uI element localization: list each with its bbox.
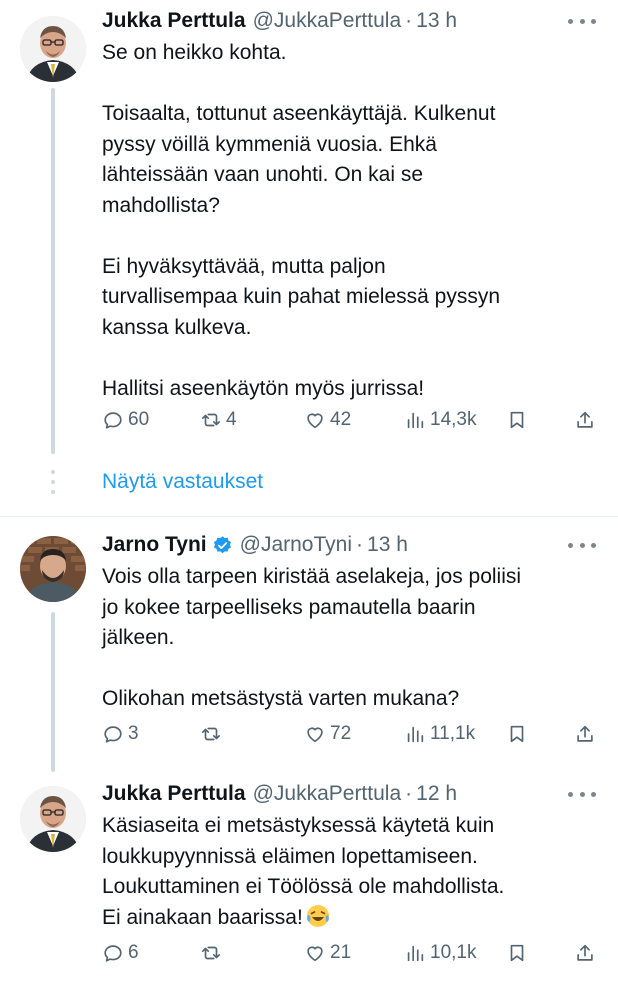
verified-badge-icon [212,535,233,556]
tweet-line: mahdollista? [102,193,220,217]
timestamp[interactable]: 12 h [416,782,457,806]
tweet-actions: 60 4 42 14,3k [102,405,598,435]
views-icon [407,726,424,743]
author-name[interactable]: Jarno Tyni [102,533,207,557]
author-handle[interactable]: @JukkaPerttula [253,782,402,806]
reply-count: 3 [128,723,139,744]
tweet-line: Toisaalta, tottunut aseenkäyttäjä. Kulke… [102,102,496,125]
more-options-icon[interactable] [568,11,596,31]
thread-ellipsis-icon [51,470,55,494]
reply-count: 6 [128,942,139,963]
views-count: 11,1k [430,723,476,744]
tweet-line: turvallisempaa kuin pahat mielessä pyssy… [102,285,501,308]
separator-dot: · [405,782,413,805]
tweet-text: Se on heikko kohta. Toisaalta, tottunut … [102,38,604,404]
views-count: 10,1k [430,942,477,963]
repost-count: 4 [226,409,237,430]
bookmark-button[interactable] [506,719,528,749]
tweet-line: kanssa kulkeva. [102,315,252,339]
separator-dot: · [356,533,364,556]
tweet-line: Se on heikko kohta. [102,41,287,64]
views-button[interactable]: 10,1k [404,938,476,968]
tweet-line: Käsiaseita ei metsästyksessä käytetä kui… [102,814,495,837]
views-icon [407,412,424,429]
avatar[interactable] [20,16,86,82]
tweet-header: Jukka Perttula @JukkaPerttula · 13 h [102,6,457,36]
share-button[interactable] [574,405,596,435]
reply-icon [104,726,122,743]
views-button[interactable]: 11,1k [404,719,475,749]
tweet-line: Loukuttaminen ei Töölössä ole mahdollist… [102,875,505,898]
reply-button[interactable]: 60 [102,405,149,435]
reply-icon [104,412,122,429]
avatar[interactable] [20,536,86,602]
tweet-line: lähteissään vaan unohti. On kai se [102,163,424,186]
views-icon [407,945,424,962]
tweet-line: Ei ainakaan baarissa! [102,903,604,934]
reply-icon [104,945,122,962]
bookmark-button[interactable] [506,405,528,435]
like-count: 72 [330,723,352,744]
laughing-tears-emoji-icon [305,903,331,929]
tweet-line-text: Ei ainakaan baarissa! [102,905,303,929]
like-button[interactable]: 21 [304,938,351,968]
tweet-line: loukkupyynnissä eläimen lopettamiseen. [102,844,478,868]
views-button[interactable]: 14,3k [404,405,476,435]
tweet-line: Vois olla tarpeen kiristää aselakeja, jo… [102,565,522,588]
like-button[interactable]: 72 [304,719,351,749]
thread-line-bottom [51,612,55,772]
author-handle[interactable]: @JukkaPerttula [253,9,402,33]
tweet-actions: 6 21 10,1k [102,938,598,968]
tweet-text: Vois olla tarpeen kiristää aselakeja, jo… [102,562,604,715]
repost-button[interactable]: 4 [200,405,237,435]
bookmark-button[interactable] [506,938,528,968]
share-icon [577,944,593,961]
tweet-line: Ei hyväksyttävää, mutta paljon [102,254,386,278]
repost-icon [201,727,221,741]
like-button[interactable]: 42 [304,405,351,435]
tweet-line: jälkeen. [102,626,175,649]
tweet-actions: 3 72 11,1k [102,719,598,749]
divider [0,516,618,517]
share-icon [577,725,593,742]
like-count: 21 [330,942,352,963]
share-icon [577,411,593,428]
like-count: 42 [330,409,352,430]
share-button[interactable] [574,719,596,749]
reply-button[interactable]: 3 [102,719,139,749]
reply-count: 60 [128,409,150,430]
tweet-text: Käsiaseita ei metsästyksessä käytetä kui… [102,811,604,933]
reply-button[interactable]: 6 [102,938,139,968]
heart-icon [307,727,323,743]
bookmark-icon [510,944,524,962]
avatar[interactable] [20,786,86,852]
separator-dot: · [405,9,413,32]
author-name[interactable]: Jukka Perttula [102,782,246,806]
tweet-line: Hallitsi aseenkäytön myös jurrissa! [102,376,425,400]
author-handle[interactable]: @JarnoTyni [240,533,352,557]
more-options-icon[interactable] [568,535,596,555]
share-button[interactable] [574,938,596,968]
repost-button[interactable] [200,719,226,749]
bookmark-icon [510,725,524,743]
repost-icon [201,946,221,960]
author-name[interactable]: Jukka Perttula [102,9,246,33]
tweet-header: Jukka Perttula @JukkaPerttula · 12 h [102,779,457,809]
tweet-line: Olikohan metsästystä varten mukana? [102,687,460,710]
show-replies-link[interactable]: Näytä vastaukset [102,466,263,498]
tweet-line: jo kokee tarpeelliseks pamautella baarin [102,595,476,619]
bookmark-icon [510,411,524,429]
thread-line-top [51,88,55,454]
repost-button[interactable] [200,938,226,968]
heart-icon [307,946,323,962]
tweet-line: pyssy vöillä kymmeniä vuosia. Ehkä [102,132,437,156]
timestamp[interactable]: 13 h [367,533,408,557]
repost-icon [201,413,221,427]
tweet-header: Jarno Tyni @JarnoTyni · 13 h [102,530,408,560]
timestamp[interactable]: 13 h [416,9,457,33]
more-options-icon[interactable] [568,784,596,804]
heart-icon [307,413,323,429]
views-count: 14,3k [430,409,477,430]
